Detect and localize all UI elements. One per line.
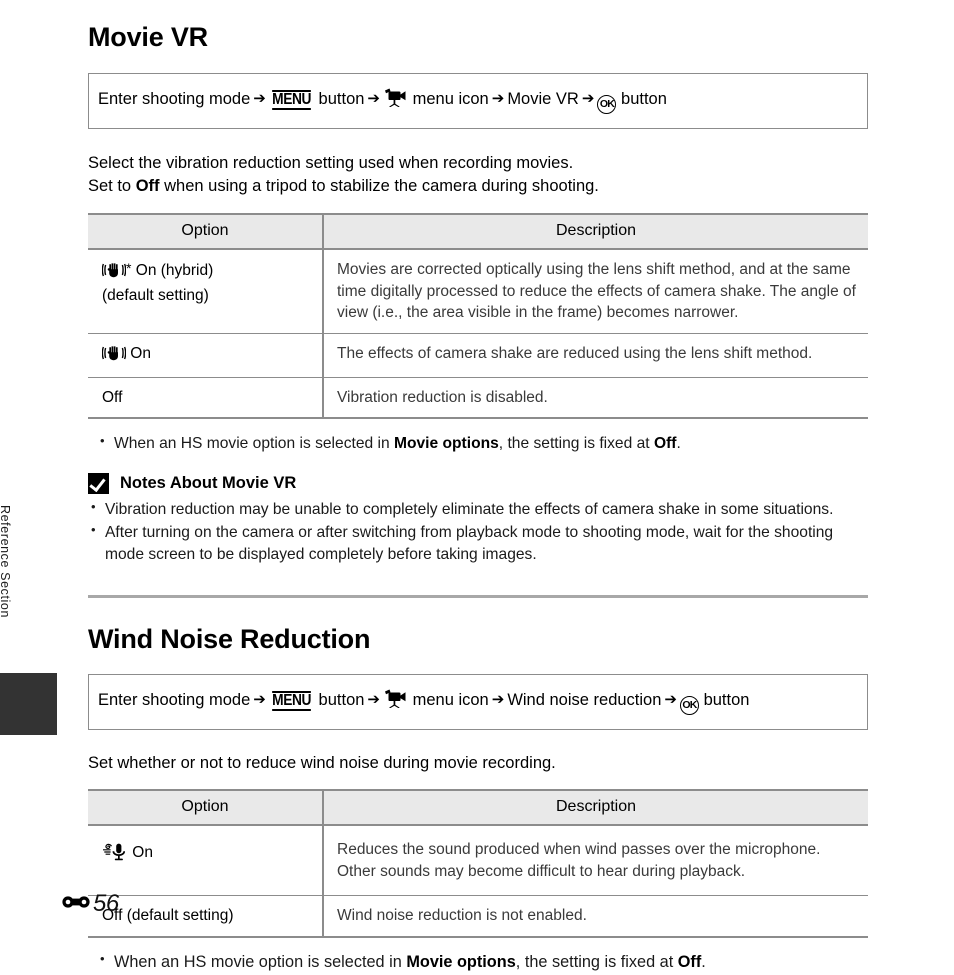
- table-row: Off (default setting) Wind noise reducti…: [88, 895, 868, 939]
- sidebar-chapter-tab: [0, 673, 57, 735]
- arrow-icon: ➔: [253, 90, 266, 107]
- arrow-icon: ➔: [367, 690, 380, 708]
- table-header-row: Option Description: [88, 789, 868, 827]
- table-header-option: Option: [88, 789, 324, 827]
- arrow-icon: ➔: [581, 90, 595, 107]
- menu-button-glyph: MENU: [272, 90, 311, 110]
- table-cell-option-line1: Off (default setting): [102, 907, 234, 925]
- movie-vr-notes-list: Vibration reduction may be unable to com…: [88, 498, 868, 566]
- movie-vr-intro-line1: Select the vibration reduction setting u…: [88, 154, 574, 172]
- nav-step-wind-noise-reduction: Wind noise reduction: [507, 690, 662, 709]
- table-cell-option-line2: (default setting): [102, 286, 209, 304]
- table-cell-option: Off (default setting): [88, 895, 324, 939]
- page-content: Movie VR Enter shooting mode ➔ MENU button…: [88, 0, 868, 975]
- nav-step-button-word: button: [621, 90, 667, 108]
- nav-step-button-word: button: [318, 690, 365, 709]
- table-row: On Reduces the sound produced when wind …: [88, 825, 868, 897]
- arrow-icon: ➔: [253, 690, 266, 708]
- vr-hand-icon: [101, 262, 127, 285]
- movie-vr-intro: Select the vibration reduction setting u…: [88, 152, 868, 199]
- nav-step-button-word: button: [703, 690, 750, 709]
- reference-section-bone-icon: [62, 892, 91, 917]
- movie-vr-bullet-list: When an HS movie option is selected in M…: [88, 432, 868, 455]
- page-number: 56: [93, 890, 119, 917]
- table-header-row: Option Description: [88, 212, 868, 250]
- notes-heading-movie-vr: Notes About Movie VR: [88, 473, 868, 495]
- wind-noise-options-table: Option Description On Reduces the sound …: [88, 789, 868, 939]
- table-cell-option-line1: On: [128, 844, 153, 862]
- arrow-icon: ➔: [491, 90, 505, 107]
- table-header-description: Description: [323, 789, 868, 827]
- table-cell-option-line1: On (hybrid): [131, 261, 214, 279]
- menu-button-glyph: MENU: [272, 690, 311, 711]
- nav-step-menu-icon-word: menu icon: [412, 690, 489, 709]
- movie-camera-icon: [384, 88, 407, 113]
- footer-page-marker: 56: [62, 890, 119, 918]
- table-cell-option-line1: On: [126, 344, 151, 362]
- list-item: Vibration reduction may be unable to com…: [88, 498, 868, 521]
- list-item: When an HS movie option is selected in M…: [88, 432, 868, 455]
- table-cell-description: Wind noise reduction is not enabled.: [323, 895, 868, 939]
- table-cell-description: Vibration reduction is disabled.: [323, 377, 868, 420]
- movie-vr-intro-line2: Set to Off when using a tripod to stabil…: [88, 177, 599, 196]
- nav-step-enter-shooting-mode: Enter shooting mode: [98, 690, 251, 709]
- wind-mic-icon: [102, 843, 128, 868]
- list-item: When an HS movie option is selected in M…: [88, 950, 868, 974]
- table-cell-option-line1: Off: [102, 388, 123, 406]
- page-title-movie-vr: Movie VR: [88, 22, 208, 52]
- table-header-description: Description: [323, 212, 868, 250]
- movie-camera-icon: [384, 689, 407, 714]
- page-title-wind-noise-reduction: Wind Noise Reduction: [88, 623, 371, 654]
- nav-path-wind-noise: Enter shooting mode ➔ MENU button ➔ menu ic…: [88, 673, 868, 730]
- table-cell-option: On: [88, 333, 324, 378]
- vr-hand-icon: [101, 345, 127, 368]
- table-row: Off Vibration reduction is disabled.: [88, 377, 868, 420]
- table-cell-description: The effects of camera shake are reduced …: [323, 333, 868, 378]
- nav-step-enter-shooting-mode: Enter shooting mode: [98, 90, 251, 108]
- arrow-icon: ➔: [664, 690, 677, 708]
- notes-heading-label: Notes About Movie VR: [120, 474, 297, 493]
- caution-check-icon: [88, 473, 109, 495]
- nav-step-button-word: button: [318, 90, 365, 108]
- wind-noise-bullet-list: When an HS movie option is selected in M…: [88, 950, 868, 974]
- wind-noise-intro: Set whether or not to reduce wind noise …: [88, 753, 556, 772]
- arrow-icon: ➔: [491, 690, 505, 708]
- ok-button-glyph: OK: [597, 95, 617, 114]
- movie-vr-options-table: Option Description * On (hybrid) (defaul…: [88, 212, 868, 420]
- table-row: On The effects of camera shake are reduc…: [88, 333, 868, 378]
- nav-step-movie-vr: Movie VR: [507, 90, 579, 108]
- table-cell-option: * On (hybrid) (default setting): [88, 248, 324, 334]
- table-cell-description: Reduces the sound produced when wind pas…: [323, 825, 868, 897]
- list-item: After turning on the camera or after swi…: [88, 521, 868, 566]
- table-cell-description: Movies are corrected optically using the…: [323, 248, 868, 334]
- arrow-icon: ➔: [367, 90, 380, 107]
- ok-button-glyph: OK: [679, 695, 699, 715]
- table-row: * On (hybrid) (default setting) Movies a…: [88, 248, 868, 334]
- nav-path-movie-vr: Enter shooting mode ➔ MENU button ➔ menu ic…: [88, 73, 868, 129]
- table-cell-option: On: [88, 825, 324, 897]
- table-cell-option: Off: [88, 377, 324, 420]
- nav-step-menu-icon-word: menu icon: [412, 90, 489, 108]
- table-header-option: Option: [88, 212, 324, 250]
